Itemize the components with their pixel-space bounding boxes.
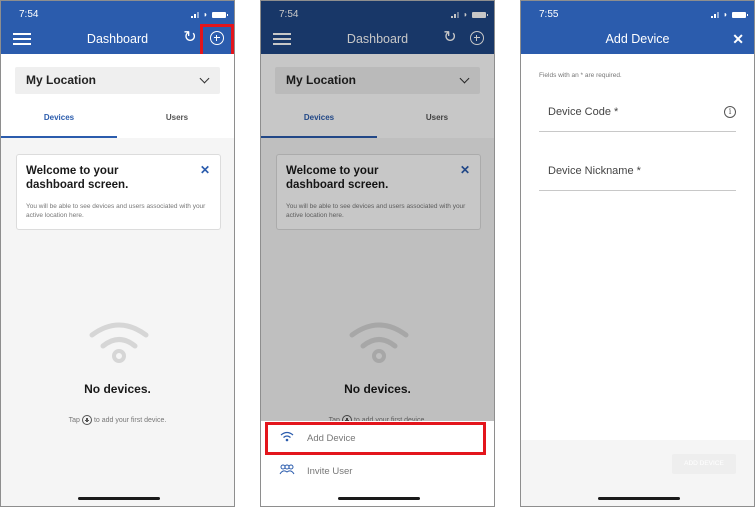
close-icon[interactable]: ✕ [200,163,210,177]
add-icon [81,415,92,425]
battery-icon [732,11,748,18]
signal-icon [191,11,200,18]
status-icons: ◗ [711,10,748,19]
users-icon [277,464,297,479]
field-label: Device Nickname * [548,165,641,177]
hint-post: to add your first device. [93,416,167,424]
hint-pre: Tap [68,416,80,424]
empty-hint: Tap to add your first device. [1,415,234,425]
wifi-status-icon: ◗ [203,10,208,19]
device-nickname-field[interactable]: Device Nickname * [539,161,736,191]
welcome-card: Welcome to your dashboard screen. You wi… [16,154,221,230]
battery-icon [212,11,228,18]
highlight-box [200,24,234,58]
signal-icon [711,11,720,18]
location-select[interactable]: My Location [15,67,220,94]
action-sheet: Add Device Invite User [261,421,494,506]
close-icon[interactable]: ✕ [732,31,744,48]
tab-users[interactable]: Users [119,113,234,122]
app-bar: 7:55 ◗ Add Device ✕ [521,1,754,54]
field-label: Device Code * [548,106,619,118]
tab-devices[interactable]: Devices [1,113,117,122]
welcome-text: You will be able to see devices and user… [26,203,206,219]
refresh-icon[interactable]: ↻ [182,29,198,47]
screen-add-device: 7:55 ◗ Add Device ✕ Fields with an * are… [520,0,755,507]
welcome-title: Welcome to your dashboard screen. [26,165,129,191]
wifi-status-icon: ◗ [723,10,728,19]
screen-dashboard-add-menu: 7:54 ◗ Dashboard ↻ My Location Devices U… [260,0,495,507]
screen-dashboard: 7:54 ◗ Dashboard ↻ My Location Devices U… [0,0,235,507]
status-time: 7:54 [19,9,39,20]
info-icon[interactable]: i [724,106,736,118]
home-indicator [338,497,420,500]
add-device-button[interactable]: ADD DEVICE [672,454,736,474]
device-code-field[interactable]: Device Code * i [539,102,736,132]
page-title: Add Device [605,32,670,46]
chevron-down-icon [199,73,210,84]
sheet-item-label: Invite User [307,465,353,477]
wifi-empty-icon [89,322,149,363]
status-time: 7:55 [539,9,559,20]
empty-title: No devices. [84,382,151,396]
required-note: Fields with an * are required. [539,72,622,79]
home-indicator [78,497,160,500]
highlight-box [265,422,486,455]
sheet-item-invite-user[interactable]: Invite User [261,456,494,486]
location-label: My Location [26,73,97,87]
status-icons: ◗ [191,10,228,19]
home-indicator [598,497,680,500]
active-tab-indicator [1,136,117,138]
